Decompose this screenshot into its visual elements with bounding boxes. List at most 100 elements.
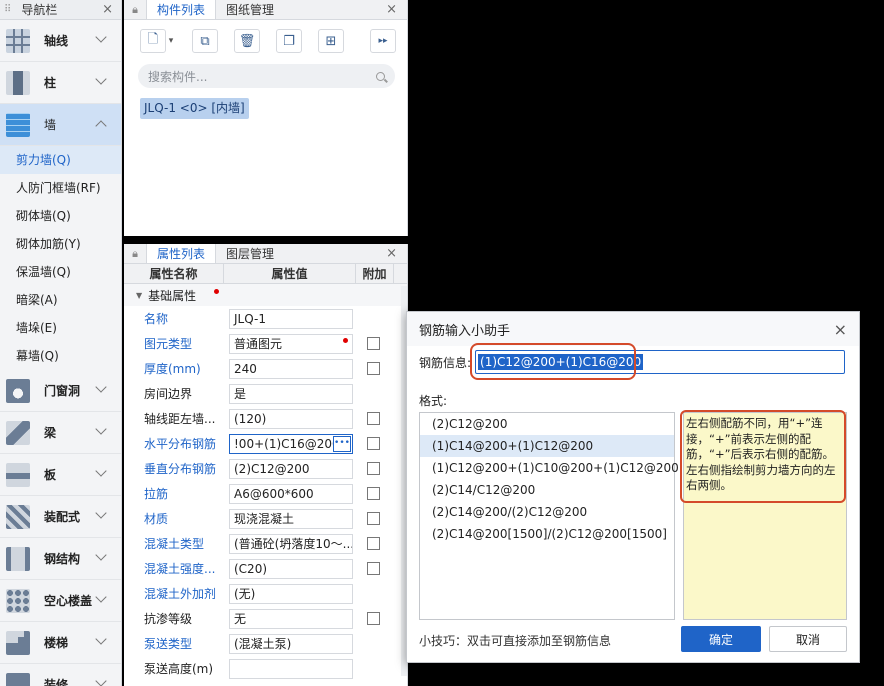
nav-item-insulation-wall[interactable]: 保温墙(Q): [0, 258, 121, 286]
property-value-field[interactable]: (混凝土泵): [229, 633, 353, 654]
property-row[interactable]: 厚度(mm) 240: [124, 356, 407, 381]
format-list[interactable]: (2)C12@200 (1)C14@200+(1)C12@200 (1)C12@…: [419, 412, 679, 620]
property-value-field[interactable]: 无: [229, 608, 353, 629]
ellipsis-more-icon[interactable]: •••: [333, 435, 351, 452]
property-name: 混凝土强度...: [144, 562, 216, 576]
more-tools-button[interactable]: ▸▸: [370, 29, 396, 53]
additional-checkbox[interactable]: [367, 562, 380, 575]
nav-item-wall-pier[interactable]: 墙垛(E): [0, 314, 121, 342]
property-row[interactable]: 水平分布钢筋 !00+(1)C16@200 •••: [124, 431, 407, 456]
property-row[interactable]: 混凝土外加剂 (无): [124, 581, 407, 606]
ok-button[interactable]: 确定: [681, 626, 761, 652]
property-value-field[interactable]: 现浇混凝土: [229, 508, 353, 529]
property-value-field[interactable]: (普通砼(坍落度10～...: [229, 533, 353, 554]
nav-category-slab[interactable]: 板: [0, 454, 121, 496]
component-item-jlq1[interactable]: JLQ-1 <0> [内墙]: [140, 98, 249, 119]
copy-component-button[interactable]: ⧉: [192, 29, 218, 53]
close-icon[interactable]: ×: [386, 246, 397, 261]
property-row[interactable]: 垂直分布钢筋 (2)C12@200: [124, 456, 407, 481]
delete-component-button[interactable]: 🗑: [234, 29, 260, 53]
nav-category-decoration[interactable]: 装修: [0, 664, 121, 686]
format-item[interactable]: (1)C12@200+(1)C10@200+(1)C12@200: [420, 457, 679, 479]
nav-category-hollow-floor[interactable]: 空心楼盖: [0, 580, 121, 622]
property-value: JLQ-1: [234, 311, 266, 326]
nav-category-stair[interactable]: 楼梯: [0, 622, 121, 664]
tab-drawing-management[interactable]: 图纸管理: [216, 0, 284, 19]
additional-checkbox[interactable]: [367, 437, 380, 450]
property-name: 垂直分布钢筋: [144, 462, 217, 476]
chevron-down-icon: [95, 549, 107, 561]
import-component-button[interactable]: ⊞: [318, 29, 344, 53]
component-search-input[interactable]: 搜索构件...: [138, 64, 395, 88]
property-row[interactable]: 拉筋 A6@600*600: [124, 481, 407, 506]
property-value-field[interactable]: A6@600*600: [229, 483, 353, 504]
nav-category-beam[interactable]: 梁: [0, 412, 121, 454]
additional-checkbox[interactable]: [367, 487, 380, 500]
nav-category-steel[interactable]: 钢结构: [0, 538, 121, 580]
new-dropdown-arrow-icon[interactable]: ▾: [166, 36, 176, 46]
property-row[interactable]: 泵送类型 (混凝土泵): [124, 631, 407, 656]
property-value-field[interactable]: [229, 658, 353, 679]
additional-checkbox[interactable]: [367, 362, 380, 375]
tab-component-list[interactable]: 构件列表: [146, 0, 217, 19]
format-item[interactable]: (2)C14@200[1500]/(2)C12@200[1500]: [420, 523, 674, 545]
format-item[interactable]: (2)C12@200: [420, 413, 674, 435]
nav-title: 导航栏: [21, 3, 58, 17]
chevron-down-icon: [95, 633, 107, 645]
door-window-icon: [6, 378, 30, 403]
additional-checkbox[interactable]: [367, 412, 380, 425]
drag-grip-icon[interactable]: ⠿: [4, 4, 11, 15]
format-item[interactable]: (1)C14@200+(1)C12@200: [420, 435, 674, 457]
nav-item-curtain-wall[interactable]: 幕墙(Q): [0, 342, 121, 370]
property-value-field[interactable]: 240: [229, 358, 353, 379]
additional-checkbox[interactable]: [367, 512, 380, 525]
cancel-button[interactable]: 取消: [769, 626, 847, 652]
nav-category-door-window[interactable]: 门窗洞: [0, 370, 121, 412]
property-value-field[interactable]: (无): [229, 583, 353, 604]
property-value-field[interactable]: (2)C12@200: [229, 458, 353, 479]
property-value-field[interactable]: (120): [229, 408, 353, 429]
property-value-field[interactable]: 是: [229, 383, 353, 404]
nav-category-wall[interactable]: 墙: [0, 104, 121, 146]
close-icon[interactable]: ×: [386, 2, 397, 17]
close-icon[interactable]: ×: [834, 320, 847, 339]
group-basic-properties[interactable]: ▼ 基础属性: [124, 284, 407, 306]
tab-layer-management[interactable]: 图层管理: [216, 244, 284, 263]
property-row[interactable]: 轴线距左墙... (120): [124, 406, 407, 431]
nav-category-prefab[interactable]: 装配式: [0, 496, 121, 538]
lock-icon[interactable]: 🔒︎: [124, 244, 146, 263]
close-icon[interactable]: ×: [102, 2, 113, 17]
property-row[interactable]: 混凝土类型 (普通砼(坍落度10～...: [124, 531, 407, 556]
search-icon[interactable]: [376, 71, 385, 81]
format-item[interactable]: (2)C14@200/(2)C12@200: [420, 501, 674, 523]
property-row[interactable]: 泵送高度(m): [124, 656, 407, 681]
new-component-button[interactable]: 🗋: [140, 29, 166, 53]
import-icon: ⊞: [325, 33, 337, 49]
nav-category-axis[interactable]: 轴线: [0, 20, 121, 62]
collapse-triangle-icon[interactable]: ▼: [136, 291, 142, 300]
nav-item-civil-defense-wall[interactable]: 人防门框墙(RF): [0, 174, 121, 202]
property-row[interactable]: 名称 JLQ-1: [124, 306, 407, 331]
property-value-field[interactable]: !00+(1)C16@200 •••: [229, 433, 353, 454]
additional-checkbox[interactable]: [367, 337, 380, 350]
property-row[interactable]: 混凝土强度... (C20): [124, 556, 407, 581]
nav-category-column[interactable]: 柱: [0, 62, 121, 104]
property-row[interactable]: 材质 现浇混凝土: [124, 506, 407, 531]
additional-checkbox[interactable]: [367, 537, 380, 550]
property-value-field[interactable]: (C20): [229, 558, 353, 579]
lock-icon[interactable]: 🔒︎: [124, 0, 146, 19]
property-row[interactable]: 图元类型 普通图元: [124, 331, 407, 356]
additional-checkbox[interactable]: [367, 612, 380, 625]
additional-checkbox[interactable]: [367, 462, 380, 475]
tab-property-list[interactable]: 属性列表: [146, 244, 217, 263]
duplicate-floor-button[interactable]: ❐: [276, 29, 302, 53]
nav-item-shear-wall[interactable]: 剪力墙(Q): [0, 146, 121, 174]
format-item[interactable]: (2)C14/C12@200: [420, 479, 674, 501]
property-row[interactable]: 房间边界 是: [124, 381, 407, 406]
property-row[interactable]: 抗渗等级 无: [124, 606, 407, 631]
property-value-field[interactable]: JLQ-1: [229, 308, 353, 329]
nav-item-hidden-beam[interactable]: 暗梁(A): [0, 286, 121, 314]
nav-item-masonry-wall[interactable]: 砌体墙(Q): [0, 202, 121, 230]
property-value-field[interactable]: 普通图元: [229, 333, 353, 354]
nav-item-masonry-reinforcement[interactable]: 砌体加筋(Y): [0, 230, 121, 258]
